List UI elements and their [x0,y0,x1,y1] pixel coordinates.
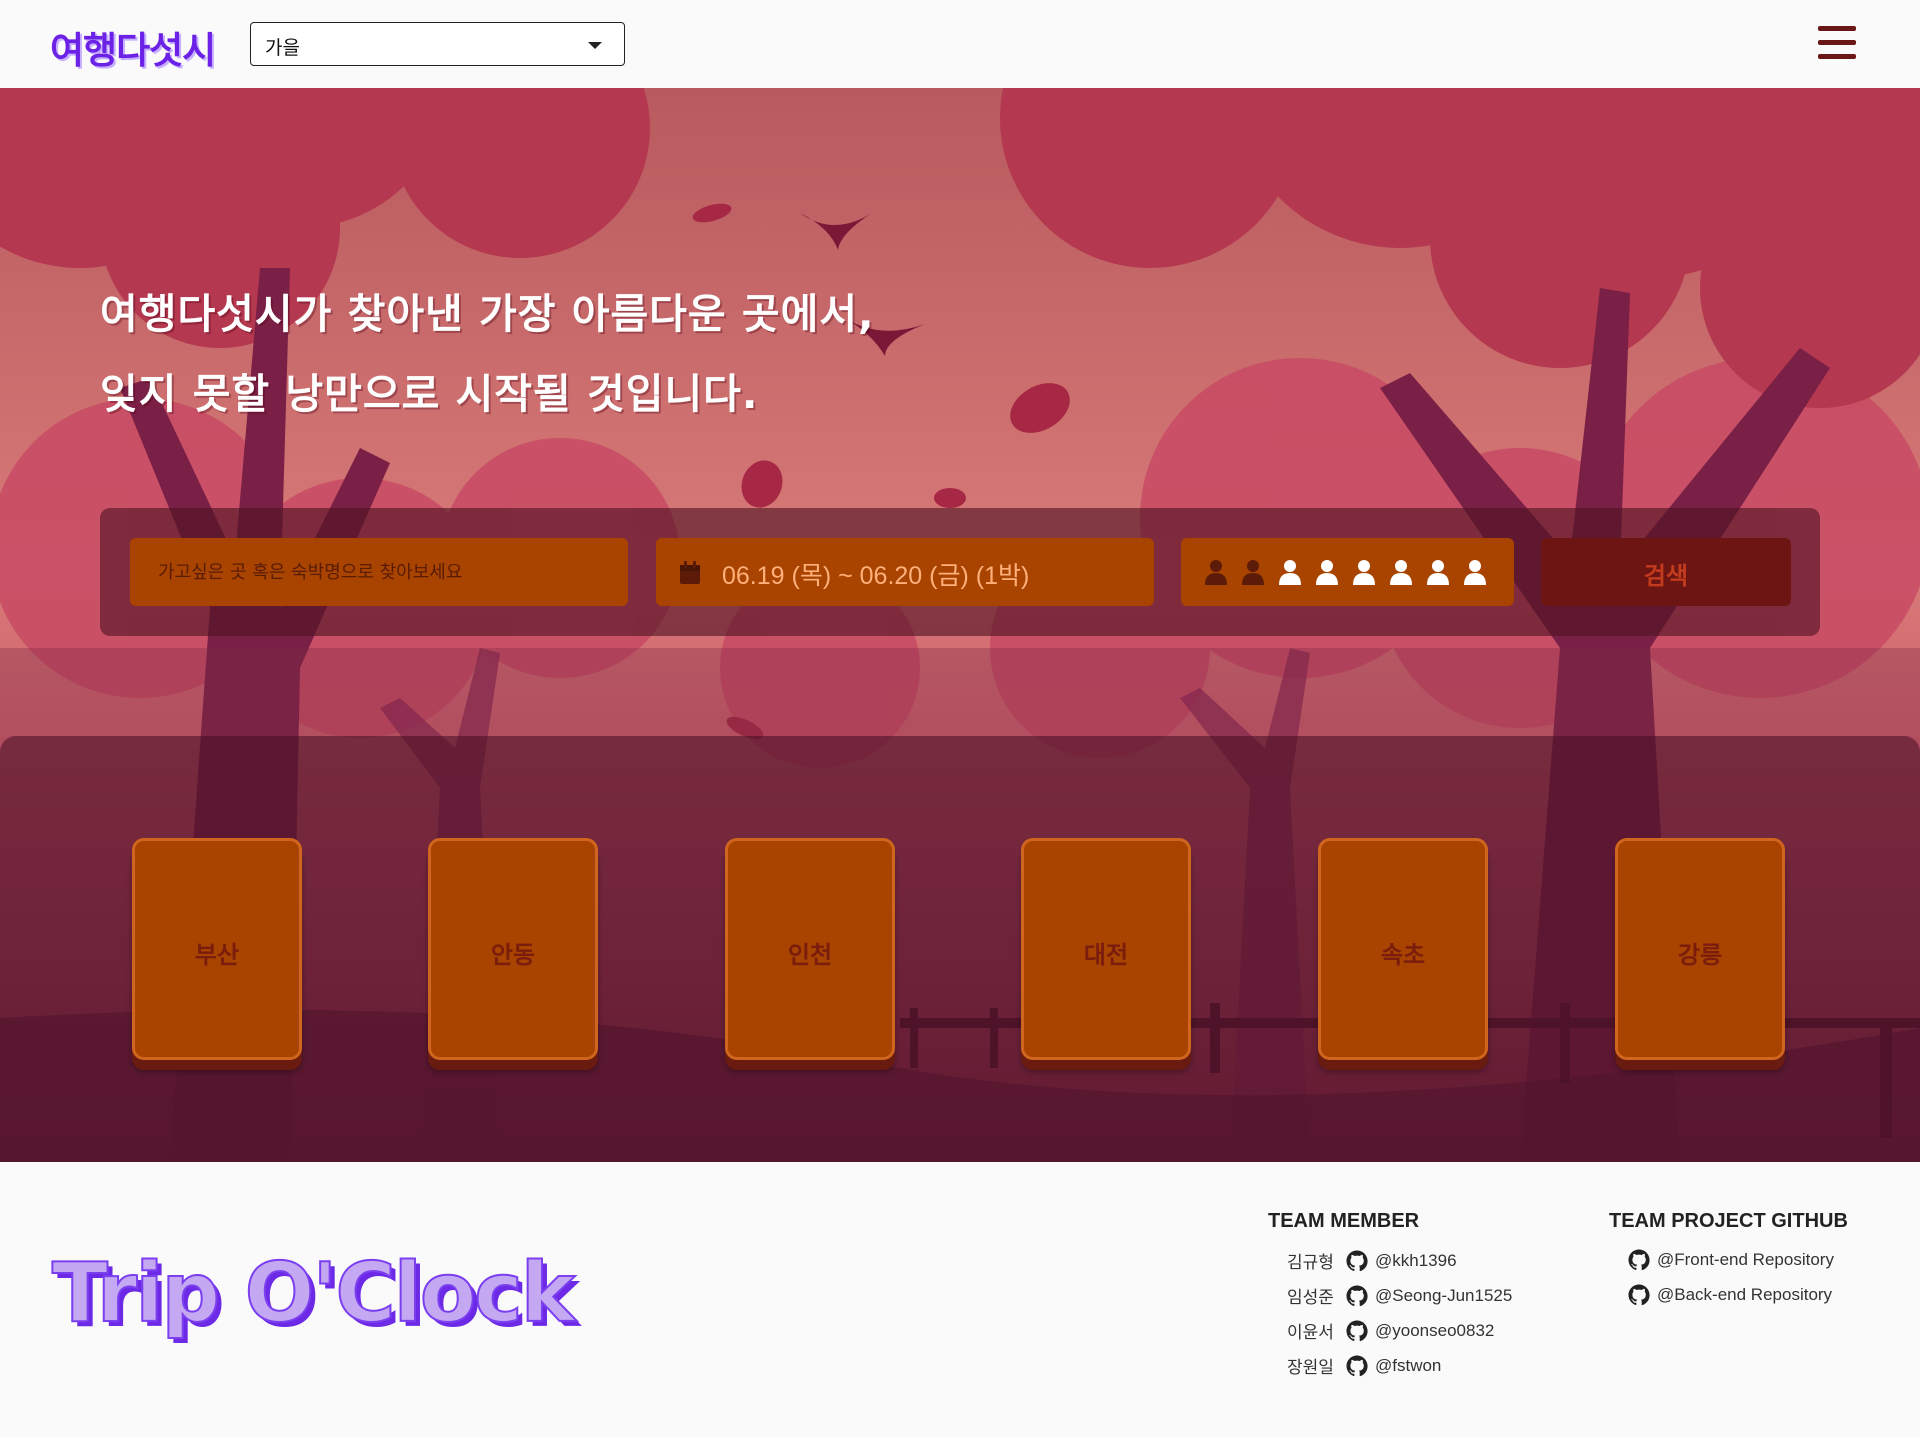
destination-input[interactable] [130,538,628,606]
team-member-name: 장원일 [1287,1358,1334,1377]
repo-link-row[interactable]: @Back-end Repository [1627,1283,1832,1307]
chevron-down-icon [588,42,602,49]
team-member-name: 김규형 [1287,1253,1334,1272]
city-card-sokcho[interactable]: 속초 [1318,838,1488,1060]
guest-count-selector[interactable] [1181,538,1514,606]
team-member-github-link[interactable]: @kkh1396 [1375,1251,1457,1271]
hero-headline-line1: 여행다섯시가 찾아낸 가장 아름다운 곳에서, [100,290,875,338]
person-icon[interactable] [1314,558,1340,586]
github-icon [1345,1284,1369,1308]
city-card-incheon[interactable]: 인천 [725,838,895,1060]
person-icon[interactable] [1462,558,1488,586]
person-icon[interactable] [1240,558,1266,586]
team-member-row: 이윤서 @yoonseo0832 [1287,1318,1494,1343]
city-card-label: 인천 [787,941,833,969]
github-icon [1627,1248,1651,1272]
github-icon [1345,1354,1369,1378]
site-logo[interactable]: 여행다섯시 [50,20,216,74]
team-member-name: 이윤서 [1287,1323,1334,1342]
search-button[interactable]: 검색 [1541,538,1791,606]
person-icon[interactable] [1277,558,1303,586]
repo-link[interactable]: @Front-end Repository [1657,1250,1834,1270]
team-member-github-link[interactable]: @fstwon [1375,1356,1441,1376]
city-card-daejeon[interactable]: 대전 [1021,838,1191,1060]
person-icon[interactable] [1203,558,1229,586]
search-panel: 06.19 (목) ~ 06.20 (금) (1박) 검색 [100,508,1820,636]
team-member-title: TEAM MEMBER [1268,1210,1420,1232]
date-range-picker[interactable]: 06.19 (목) ~ 06.20 (금) (1박) [656,538,1154,606]
guest-person-icons [1203,558,1488,586]
github-icon [1345,1319,1369,1343]
team-member-name: 임성준 [1287,1288,1334,1307]
team-member-github-link[interactable]: @Seong-Jun1525 [1375,1286,1512,1306]
github-icon [1345,1249,1369,1273]
top-navbar: 여행다섯시 가을 [0,0,1920,88]
destination-field[interactable] [130,538,628,606]
date-range-text: 06.19 (목) ~ 06.20 (금) (1박) [722,562,1030,590]
github-icon [1627,1283,1651,1307]
project-github-title: TEAM PROJECT GITHUB [1609,1210,1848,1232]
site-footer: Trip O'Clock TEAM MEMBER 김규형 @kkh1396 임성준 @… [0,1162,1920,1437]
calendar-icon [680,561,700,584]
person-icon[interactable] [1425,558,1451,586]
team-member-github-link[interactable]: @yoonseo0832 [1375,1321,1494,1341]
repo-link[interactable]: @Back-end Repository [1657,1285,1832,1305]
season-select[interactable]: 가을 [250,22,625,66]
city-card-label: 속초 [1380,941,1426,969]
team-member-row: 장원일 @fstwon [1287,1353,1441,1378]
repo-link-row[interactable]: @Front-end Repository [1627,1248,1834,1272]
hamburger-menu-icon[interactable] [1818,26,1858,60]
city-card-label: 강릉 [1677,941,1723,969]
hero-section: 여행다섯시가 찾아낸 가장 아름다운 곳에서, 잊지 못할 낭만으로 시작될 것… [0,88,1920,1162]
city-card-andong[interactable]: 안동 [428,838,598,1060]
city-card-label: 부산 [194,941,240,969]
city-card-busan[interactable]: 부산 [132,838,302,1060]
city-card-gangneung[interactable]: 강릉 [1615,838,1785,1060]
city-card-label: 대전 [1083,941,1129,969]
city-cards-panel: 부산 안동 인천 대전 속초 강릉 [0,736,1920,1162]
person-icon[interactable] [1388,558,1414,586]
hero-headline-line2: 잊지 못할 낭만으로 시작될 것입니다. [100,370,759,418]
team-member-row: 김규형 @kkh1396 [1287,1248,1457,1273]
city-card-label: 안동 [490,941,536,969]
season-select-value: 가을 [265,38,300,59]
footer-brand-logo: Trip O'Clock [51,1245,576,1342]
search-button-label: 검색 [1643,562,1689,590]
person-icon[interactable] [1351,558,1377,586]
team-member-row: 임성준 @Seong-Jun1525 [1287,1283,1512,1308]
